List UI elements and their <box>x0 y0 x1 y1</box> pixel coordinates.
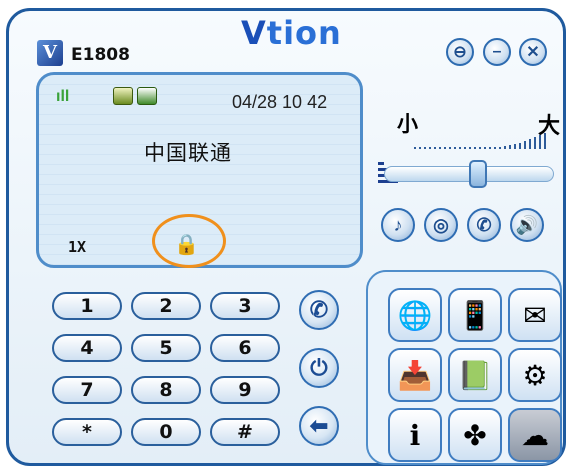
music-button[interactable]: ◎ <box>424 208 458 242</box>
inbox-icon[interactable]: 📥 <box>388 348 442 402</box>
back-button[interactable]: ⬅ <box>299 406 339 446</box>
volume-slider-thumb[interactable] <box>469 160 487 188</box>
key-7[interactable]: 7 <box>52 376 122 404</box>
key-2[interactable]: 2 <box>131 292 201 320</box>
message-icon <box>137 87 157 105</box>
network-icon <box>113 87 133 105</box>
cloud-icon[interactable]: ☁ <box>508 408 562 462</box>
info-icon[interactable]: ℹ <box>388 408 442 462</box>
unicom-icon[interactable]: ✤ <box>448 408 502 462</box>
contacts-book-icon[interactable]: 📗 <box>448 348 502 402</box>
send-mail-icon[interactable]: ✉ <box>508 288 562 342</box>
close-button[interactable]: ✕ <box>519 38 547 66</box>
vtion-logo: Vtion <box>241 14 342 52</box>
brand-badge-icon: V <box>37 40 63 66</box>
logo-text: tion <box>266 14 342 52</box>
volume-scale <box>414 133 546 149</box>
power-button[interactable]: ⏻ <box>299 348 339 388</box>
ringtone-button[interactable]: ♪ <box>381 208 415 242</box>
network-mode: 1X <box>68 238 87 256</box>
browser-icon[interactable]: 🌐 <box>388 288 442 342</box>
device-model: E1808 <box>71 45 130 65</box>
operator-name: 中国联通 <box>144 141 232 165</box>
key-4[interactable]: 4 <box>52 334 122 362</box>
call-settings-button[interactable]: ✆ <box>467 208 501 242</box>
settings-icon[interactable]: ⚙ <box>508 348 562 402</box>
key-5[interactable]: 5 <box>131 334 201 362</box>
key-3[interactable]: 3 <box>210 292 280 320</box>
key-9[interactable]: 9 <box>210 376 280 404</box>
call-button[interactable]: ✆ <box>299 290 339 330</box>
key-6[interactable]: 6 <box>210 334 280 362</box>
key-star[interactable]: * <box>52 418 122 446</box>
logo-letter: V <box>241 14 267 52</box>
keypad-lock-icon[interactable]: 🔒 <box>174 232 199 257</box>
key-hash[interactable]: # <box>210 418 280 446</box>
minimize-button[interactable]: – <box>483 38 511 66</box>
key-0[interactable]: 0 <box>131 418 201 446</box>
phone-icon[interactable]: 📱 <box>448 288 502 342</box>
date-time: 04/28 10 42 <box>232 92 328 112</box>
lock-window-button[interactable]: ⊖ <box>446 38 474 66</box>
key-8[interactable]: 8 <box>131 376 201 404</box>
key-1[interactable]: 1 <box>52 292 122 320</box>
signal-strength-icon: ıll <box>56 88 70 105</box>
speaker-button[interactable]: 🔊 <box>510 208 544 242</box>
